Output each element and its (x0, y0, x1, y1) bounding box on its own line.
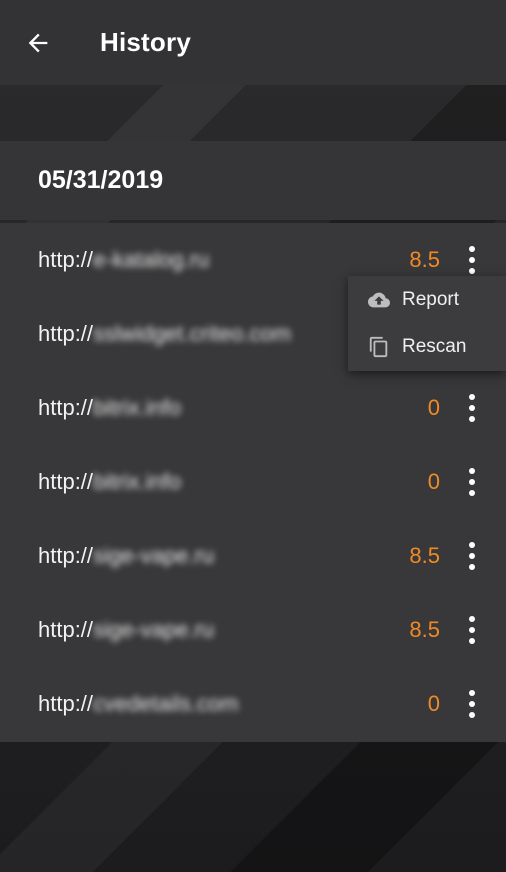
row-score: 8.5 (409, 247, 440, 272)
more-options-button[interactable] (460, 462, 484, 502)
row-score: 0 (427, 691, 440, 716)
cloud-upload-icon (368, 292, 390, 307)
back-button[interactable] (0, 0, 76, 85)
row-score: 0 (427, 469, 440, 494)
more-vert-icon (469, 468, 475, 474)
history-row[interactable]: http://sige-vape.ru 8.5 (0, 593, 506, 667)
more-vert-icon (469, 616, 475, 622)
report-menu-item[interactable]: Report (348, 276, 506, 323)
more-vert-icon (469, 394, 475, 400)
page-title: History (100, 27, 191, 57)
row-url: http://bitrix.info (38, 395, 181, 421)
url-host: e-katalog.ru (93, 247, 210, 272)
more-vert-icon (469, 542, 475, 548)
section-date: 05/31/2019 (38, 166, 164, 194)
copy-icon (369, 336, 388, 357)
history-row[interactable]: http://cvedetails.com 0 (0, 667, 506, 741)
date-section-header: 05/31/2019 (0, 141, 506, 220)
row-score: 8.5 (409, 617, 440, 642)
row-url: http://e-katalog.ru (38, 247, 209, 273)
url-host: sige-vape.ru (93, 617, 215, 642)
row-score: 8.5 (409, 543, 440, 568)
url-protocol: http:// (38, 247, 94, 272)
url-protocol: http:// (38, 691, 94, 716)
more-options-button[interactable] (460, 536, 484, 576)
url-protocol: http:// (38, 321, 94, 346)
row-url: http://sige-vape.ru (38, 617, 214, 643)
row-url: http://cvedetails.com (38, 691, 239, 717)
app-bar: History (0, 0, 506, 85)
row-url: http://bitrix.info (38, 469, 181, 495)
url-protocol: http:// (38, 469, 94, 494)
more-vert-icon (469, 690, 475, 696)
more-options-button[interactable] (460, 388, 484, 428)
more-options-button[interactable] (460, 684, 484, 724)
row-score: 0 (427, 395, 440, 420)
arrow-left-icon (28, 33, 48, 52)
row-url: http://sige-vape.ru (38, 543, 214, 569)
report-label: Report (402, 288, 460, 310)
row-url: http://sslwidget.criteo.com (38, 321, 291, 347)
row-context-menu: Report Rescan (348, 276, 506, 371)
history-row[interactable]: http://bitrix.info 0 (0, 371, 506, 445)
url-host: cvedetails.com (93, 691, 239, 716)
history-row[interactable]: http://sige-vape.ru 8.5 (0, 519, 506, 593)
url-host: sslwidget.criteo.com (93, 321, 292, 346)
url-host: sige-vape.ru (93, 543, 215, 568)
url-host: bitrix.info (93, 469, 182, 494)
history-row[interactable]: http://bitrix.info 0 (0, 445, 506, 519)
more-options-button[interactable] (460, 240, 484, 280)
url-host: bitrix.info (93, 395, 182, 420)
rescan-menu-item[interactable]: Rescan (348, 323, 506, 370)
rescan-label: Rescan (402, 335, 467, 357)
url-protocol: http:// (38, 543, 94, 568)
url-protocol: http:// (38, 395, 94, 420)
url-protocol: http:// (38, 617, 94, 642)
more-options-button[interactable] (460, 610, 484, 650)
more-vert-icon (469, 246, 475, 252)
